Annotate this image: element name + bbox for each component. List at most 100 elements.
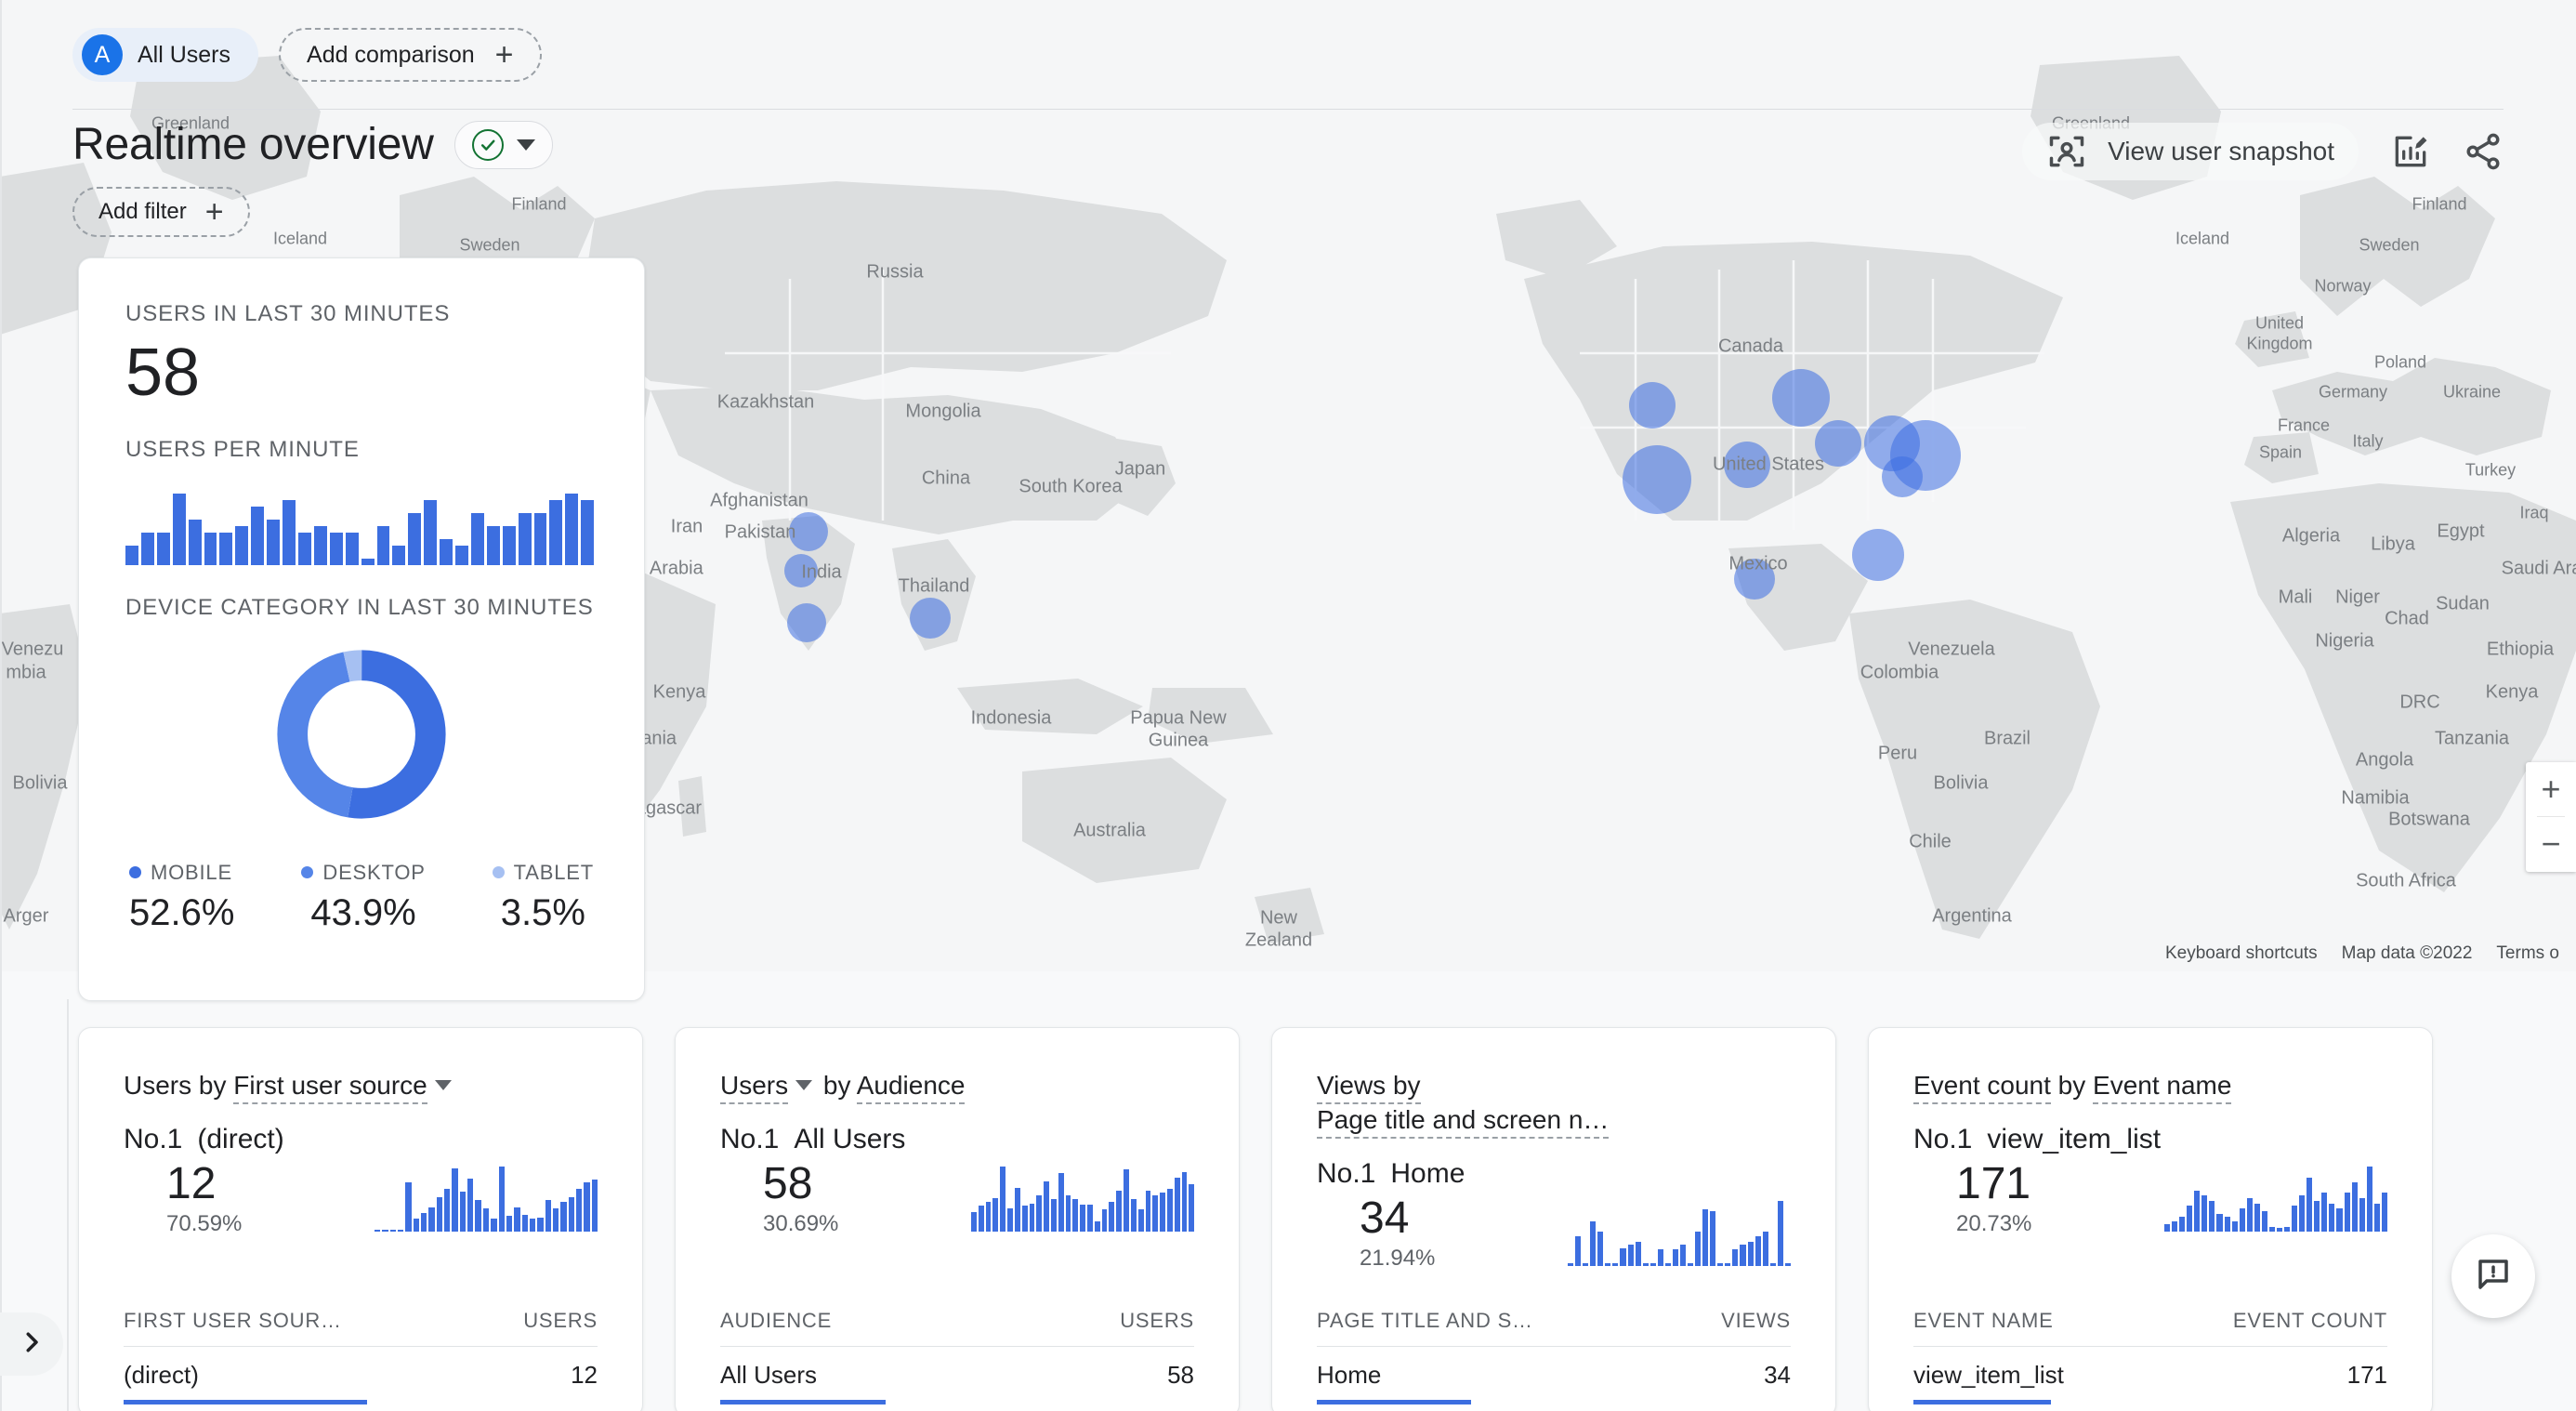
metric-card-body: 34 21.94% <box>1317 1194 1791 1272</box>
legend-dot-desktop <box>301 866 314 879</box>
metric-card-dimension[interactable]: Page title and screen n… <box>1317 1104 1610 1139</box>
table-row[interactable]: view_item_list 171 <box>1913 1361 2387 1390</box>
view-user-snapshot-button[interactable]: View user snapshot <box>2022 123 2359 180</box>
sparkline-bar <box>1137 1208 1144 1233</box>
check-circle-icon <box>471 128 504 161</box>
sparkline-bar <box>1058 1173 1064 1233</box>
sparkline-bar <box>1702 1208 1709 1267</box>
audience-chip-all-users[interactable]: A All Users <box>72 28 259 82</box>
sparkline-bar <box>978 1206 984 1233</box>
map-user-bubble[interactable] <box>910 598 951 639</box>
table-row[interactable]: (direct) 12 <box>124 1361 598 1390</box>
metric-card-metric[interactable]: Event count <box>1913 1071 2051 1104</box>
table-row[interactable]: All Users 58 <box>720 1361 1194 1390</box>
column-header-dimension: PAGE TITLE AND S… <box>1317 1309 1533 1332</box>
map-user-bubble[interactable] <box>1882 456 1923 497</box>
sparkline-bar <box>375 1230 381 1233</box>
metric-card-value: 171 <box>1956 1158 2031 1208</box>
sparkline-bar <box>1717 1263 1724 1267</box>
realtime-status-selector[interactable] <box>453 120 553 169</box>
metric-card-title[interactable]: Event count by Event name <box>1913 1069 2387 1104</box>
sparkline-bar <box>2336 1208 2343 1233</box>
add-comparison-button[interactable]: Add comparison + <box>279 28 542 82</box>
map-user-bubble[interactable] <box>1852 529 1904 581</box>
metric-card-top-item: Home <box>1390 1157 1465 1189</box>
sparkline-bar <box>1094 1220 1100 1233</box>
map-user-bubble[interactable] <box>1734 559 1775 600</box>
sparkline-bar <box>2231 1221 2238 1233</box>
metric-card: Event count by Event name No.1 view_item_l… <box>1868 1027 2433 1411</box>
table-row-bar <box>1913 1400 2051 1404</box>
metric-card-dimension[interactable]: Audience <box>856 1071 966 1104</box>
map-user-bubble[interactable] <box>1815 420 1861 467</box>
map-attribution: Keyboard shortcuts Map data ©2022 Terms … <box>2165 943 2559 964</box>
sparkline-bar <box>2292 1206 2298 1233</box>
sparkline-bar <box>568 1197 574 1233</box>
table-row[interactable]: Home 34 <box>1317 1361 1791 1390</box>
edit-chart-icon[interactable] <box>2390 131 2431 172</box>
map-user-bubble[interactable] <box>1724 442 1770 488</box>
left-rail-divider <box>0 0 2 1411</box>
sparkline-bar <box>514 1207 520 1233</box>
users-per-minute-bar <box>502 525 516 565</box>
page-header: Realtime overview Add filter + <box>72 119 553 237</box>
device-category-label: DEVICE CATEGORY IN LAST 30 MINUTES <box>125 594 594 620</box>
sparkline-bar <box>2321 1193 2328 1233</box>
send-feedback-button[interactable] <box>2451 1234 2535 1318</box>
metric-card-metric[interactable]: Users <box>720 1071 789 1104</box>
metric-card-title[interactable]: Users by Audience <box>720 1069 1194 1104</box>
sparkline-bar <box>1050 1199 1057 1233</box>
metric-card-value: 58 <box>763 1158 813 1208</box>
map-user-bubble[interactable] <box>789 512 828 551</box>
metric-card-dimension[interactable]: First user source <box>233 1071 427 1104</box>
metric-card-title[interactable]: Views by Page title and screen n… <box>1317 1069 1791 1139</box>
device-category-donut-chart[interactable] <box>270 643 453 825</box>
analytics-realtime-page: GreenlandIcelandFinlandSwedenNorwayPolan… <box>0 0 2576 1411</box>
sparkline-bar <box>1109 1201 1115 1233</box>
chevron-down-icon[interactable] <box>434 1080 452 1091</box>
sparkline-bar <box>1769 1263 1776 1267</box>
users-per-minute-bar <box>549 499 563 565</box>
add-filter-button[interactable]: Add filter + <box>72 187 250 237</box>
sparkline-bar <box>2164 1223 2171 1233</box>
map-user-bubble[interactable] <box>1629 382 1676 429</box>
metric-card-metric[interactable]: Views by <box>1317 1071 1421 1104</box>
users-per-minute-chart[interactable] <box>125 487 595 565</box>
zoom-out-button[interactable]: − <box>2526 817 2576 871</box>
metric-card-top-row: No.1 view_item_list <box>1913 1124 2387 1155</box>
expand-navigation-button[interactable] <box>0 1312 63 1376</box>
sparkline-bar <box>2359 1197 2365 1233</box>
metric-card-percentage: 20.73% <box>1956 1211 2032 1237</box>
sparkline-bar <box>545 1200 551 1233</box>
map-zoom-controls[interactable]: + − <box>2526 762 2576 872</box>
table-row-bar <box>1317 1400 1471 1404</box>
metric-card-title[interactable]: Users by First user source <box>124 1069 598 1104</box>
users-per-minute-bar <box>424 499 438 565</box>
sparkline-bar <box>1036 1194 1043 1233</box>
share-icon[interactable] <box>2463 131 2504 172</box>
sparkline-bar <box>1124 1168 1129 1233</box>
users-per-minute-bar <box>140 532 154 565</box>
metric-card-body: 58 30.69% <box>720 1158 1195 1237</box>
map-user-bubble[interactable] <box>1772 369 1830 427</box>
chevron-down-icon[interactable] <box>795 1080 813 1091</box>
metric-card-sparkline <box>375 1167 598 1233</box>
users-per-minute-bar <box>329 532 343 565</box>
sparkline-bar <box>1642 1263 1649 1267</box>
users-last-30-label: USERS IN LAST 30 MINUTES <box>125 301 451 326</box>
metric-card-dimension[interactable]: Event name <box>2093 1071 2232 1104</box>
terms-link[interactable]: Terms o <box>2496 943 2559 964</box>
metric-card-metric-block: 34 21.94% <box>1317 1194 1435 1272</box>
sparkline-bar <box>467 1178 474 1233</box>
map-user-bubble[interactable] <box>787 603 826 642</box>
sparkline-bar <box>452 1167 458 1233</box>
users-per-minute-bar <box>440 538 453 565</box>
sparkline-bar <box>2209 1200 2215 1233</box>
map-user-bubble[interactable] <box>784 554 818 587</box>
avatar: A <box>82 34 123 75</box>
keyboard-shortcuts-link[interactable]: Keyboard shortcuts <box>2165 943 2318 964</box>
users-per-minute-bar <box>392 545 406 565</box>
zoom-in-button[interactable]: + <box>2526 762 2576 816</box>
map-user-bubble[interactable] <box>1623 445 1691 514</box>
sparkline-bar <box>1777 1201 1783 1267</box>
